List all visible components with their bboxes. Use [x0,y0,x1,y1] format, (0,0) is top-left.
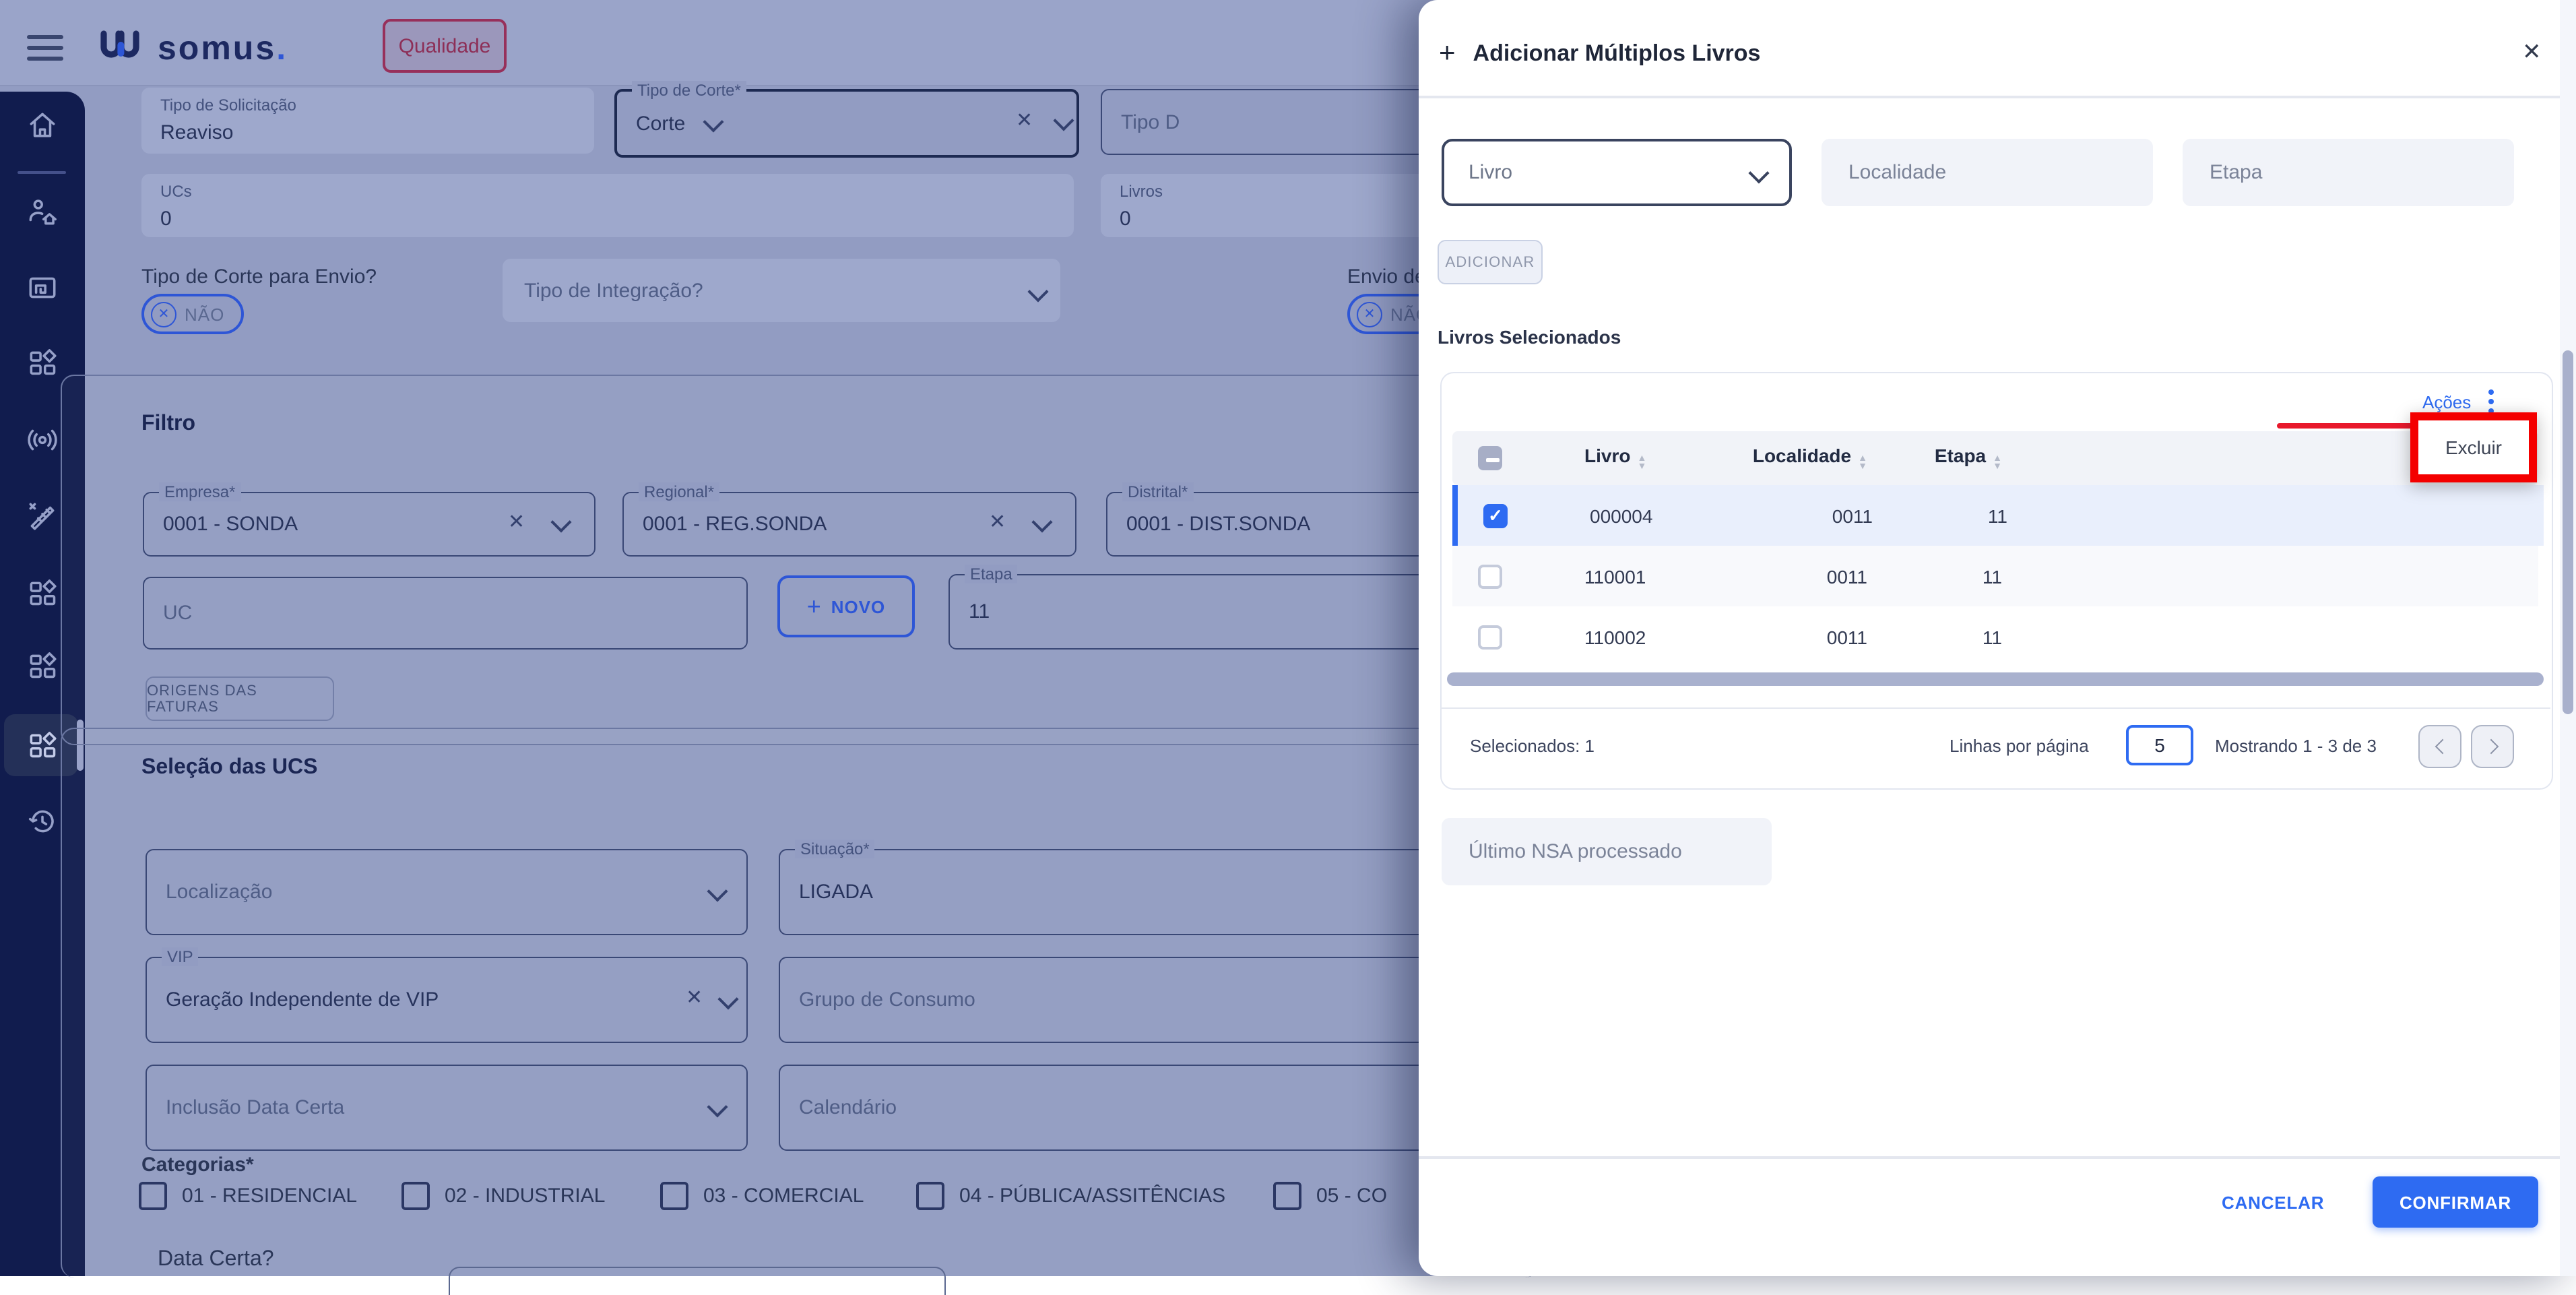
empresa-select[interactable]: Empresa* 0001 - SONDA ✕ [143,482,595,557]
horizontal-scrollbar[interactable] [1447,672,2544,686]
rows-per-page-input[interactable]: 5 [2126,725,2193,765]
kebab-icon [2488,389,2494,414]
circle-x-icon: ✕ [1357,301,1382,327]
adicionar-button[interactable]: ADICIONAR [1438,240,1543,284]
showing-range-label: Mostrando 1 - 3 de 3 [2215,736,2377,756]
column-header-localidade[interactable]: Localidade ▲ ▼ [1746,445,1867,472]
next-page-button[interactable] [2471,725,2514,768]
localizacao-select[interactable]: Localização [146,849,748,935]
app-root: somus. Qualidade Tipo de Solicitação Rea… [0,0,2576,1295]
billing-card-icon[interactable] [0,257,85,317]
categoria-checkbox-industrial[interactable] [401,1182,430,1210]
envio-question: Envio de [1347,265,1426,288]
row-checkbox[interactable] [1478,564,1502,588]
users-icon[interactable] [0,182,85,241]
categoria-checkbox-residencial[interactable] [139,1182,167,1210]
novo-button[interactable]: + NOVO [777,575,915,637]
chevron-down-icon [707,881,728,902]
row-checkbox-checked[interactable]: ✓ [1483,503,1508,528]
brand-name: somus. [158,30,288,67]
plus-icon: + [806,592,822,619]
selecao-ucs-title: Seleção das UCS [141,756,318,779]
confirmar-button[interactable]: CONFIRMAR [2373,1176,2538,1228]
data-certa-label: Data Certa? [158,1248,274,1271]
close-icon[interactable]: ✕ [2522,39,2542,66]
categoria-checkbox-comercial[interactable] [660,1182,688,1210]
modal-title: Adicionar Múltiplos Livros [1473,40,1761,66]
uc-input[interactable]: UC [143,577,748,650]
etapa-input[interactable]: Etapa [2183,139,2514,206]
categoria-label: 03 - COMERCIAL [703,1185,864,1207]
modal-header: + Adicionar Múltiplos Livros [1439,38,1760,70]
environment-badge[interactable]: Qualidade [383,19,507,73]
tipo-integracao-select[interactable]: Tipo de Integração? [503,259,1060,322]
livros-selecionados-label: Livros Selecionados [1438,326,1621,348]
plus-icon: + [1439,38,1456,69]
app-logo: somus. [98,30,288,65]
select-all-checkbox[interactable] [1478,446,1502,470]
chevron-down-icon [1748,162,1770,184]
chevron-down-icon [1053,110,1074,131]
circle-x-icon: ✕ [151,301,176,327]
annotation-highlight-box: Excluir [2410,412,2537,482]
modal-header-divider [1419,96,2560,98]
tipo-corte-select[interactable]: Tipo de Corte* Corte ✕ [614,81,1079,158]
categoria-label: 01 - RESIDENCIAL [182,1185,358,1207]
chevron-down-icon [1031,511,1053,533]
modal-scrollbar-thumb[interactable] [2563,350,2573,714]
rows-per-page-label: Linhas por página [1950,736,2089,756]
cancelar-button[interactable]: CANCELAR [2222,1193,2324,1213]
sort-icon: ▲ ▼ [1637,454,1647,472]
corte-envio-question: Tipo de Corte para Envio? [141,265,377,288]
filtro-title: Filtro [141,412,195,435]
livro-select[interactable]: Livro [1442,139,1792,206]
chevron-left-icon [2434,738,2450,755]
column-header-livro[interactable]: Livro ▲ ▼ [1584,445,1746,472]
chevron-down-icon [717,988,739,1010]
table-header-row: Livro ▲ ▼ Localidade ▲ ▼ Etapa ▲ ▼ [1452,431,2538,485]
annotation-arrow-line [2277,423,2413,429]
clear-icon[interactable]: ✕ [1016,108,1033,132]
categoria-label: 02 - INDUSTRIAL [445,1185,606,1207]
categoria-label: 05 - CO [1316,1185,1388,1207]
table-footer-divider [1440,707,2550,709]
clear-icon[interactable]: ✕ [989,509,1006,534]
categoria-checkbox-5[interactable] [1273,1182,1301,1210]
chevron-down-icon [707,1096,728,1118]
logo-mark-icon [100,30,139,58]
inclusao-data-certa-select[interactable]: Inclusão Data Certa [146,1065,748,1151]
previous-page-button[interactable] [2418,725,2461,768]
table-row[interactable]: ✓ 000004 0011 11 [1452,485,2544,546]
modal-footer-divider [1419,1156,2560,1158]
categoria-label: 04 - PÚBLICA/ASSITÊNCIAS [959,1185,1226,1207]
regional-select[interactable]: Regional* 0001 - REG.SONDA ✕ [622,482,1076,557]
selected-count: Selecionados: 1 [1470,736,1595,756]
excluir-menu-item[interactable]: Excluir [2445,437,2502,458]
clear-icon[interactable]: ✕ [508,509,525,534]
clear-icon[interactable]: ✕ [686,985,703,1009]
categoria-checkbox-publica[interactable] [916,1182,944,1210]
menu-icon[interactable] [27,35,63,61]
chevron-down-icon [1027,281,1049,303]
chevron-right-icon [2482,738,2499,755]
table-row[interactable]: 110001 0011 11 [1452,546,2538,606]
acoes-menu-trigger[interactable]: Ações [2422,389,2494,414]
chevron-down-icon [550,511,572,533]
sidebar-divider [18,171,66,174]
ucs-field[interactable]: UCs 0 [141,174,1074,237]
ultimo-nsa-input[interactable]: Último NSA processado [1442,818,1772,885]
row-checkbox[interactable] [1478,625,1502,649]
sort-icon: ▲ ▼ [1993,454,2002,472]
localidade-input[interactable]: Localidade [1822,139,2153,206]
column-header-etapa[interactable]: Etapa ▲ ▼ [1867,445,2002,472]
vip-select[interactable]: VIP Geração Independente de VIP ✕ [146,947,748,1043]
origens-faturas-button[interactable]: ORIGENS DAS FATURAS [146,676,334,721]
corte-envio-toggle[interactable]: ✕ NÃO [141,294,244,334]
categorias-label: Categorias* [141,1154,254,1176]
table-row[interactable]: 110002 0011 11 [1452,606,2538,667]
home-icon[interactable] [0,94,85,154]
tipo-solicitacao-select[interactable]: Tipo de Solicitação Reaviso [141,88,724,154]
data-certa-input[interactable] [449,1267,946,1295]
sort-icon: ▲ ▼ [1858,454,1867,472]
